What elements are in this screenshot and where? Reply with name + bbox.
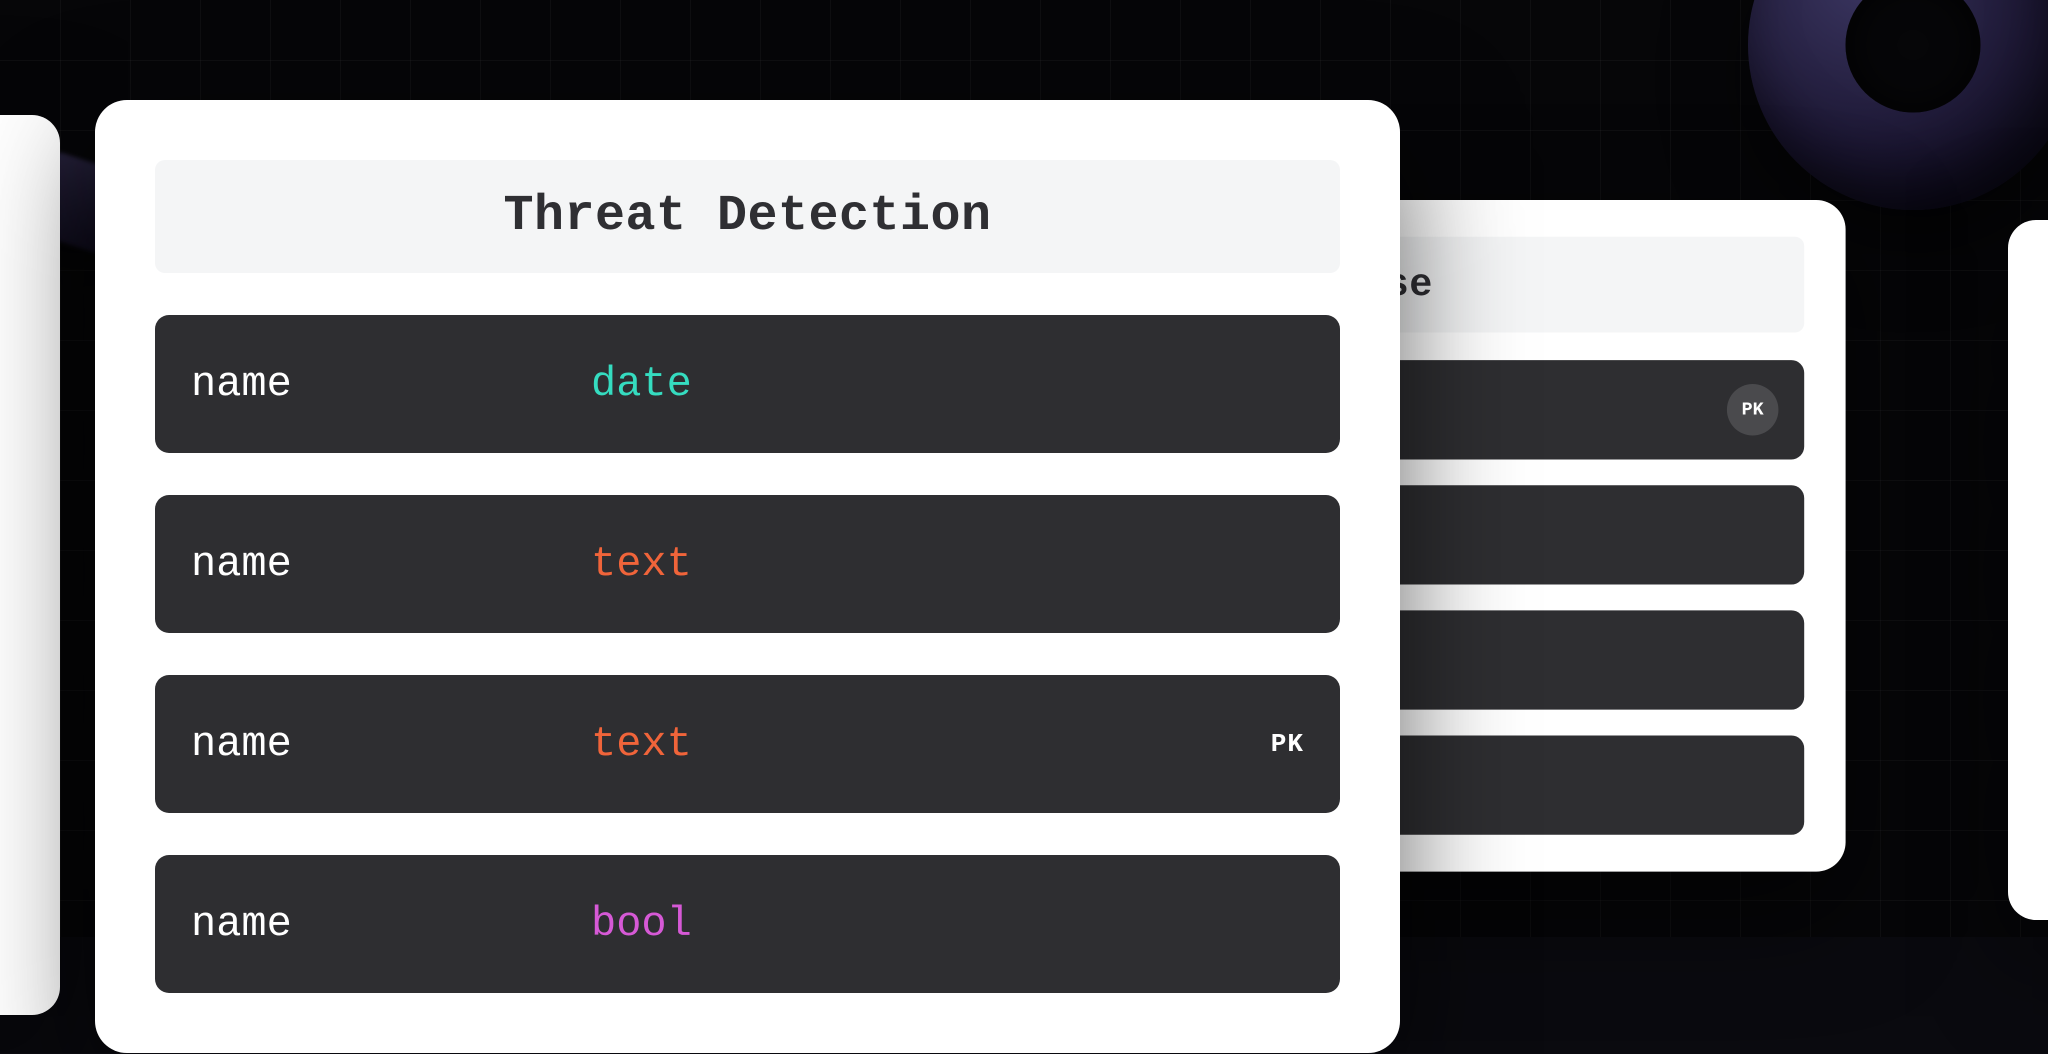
partial-card-left: [0, 115, 60, 1015]
field-name: name: [191, 720, 591, 768]
field-row[interactable]: name date: [155, 315, 1340, 453]
card-title-wrap: Threat Detection: [155, 160, 1340, 273]
schema-card-threat-detection[interactable]: Threat Detection name date name text nam…: [95, 100, 1400, 1053]
primary-key-badge: PK: [1727, 384, 1779, 436]
field-type: text: [591, 720, 1271, 768]
field-row[interactable]: name text: [155, 495, 1340, 633]
field-name: name: [191, 540, 591, 588]
primary-key-label: PK: [1271, 729, 1304, 759]
card-title: Threat Detection: [175, 188, 1320, 245]
partial-card-right: [2008, 220, 2048, 920]
field-name: name: [191, 360, 591, 408]
stage: nt Response xt PK xt t te Threat Detecti…: [0, 0, 2048, 937]
field-type: bool: [591, 900, 1304, 948]
field-type: date: [591, 360, 1304, 408]
field-row[interactable]: name text PK: [155, 675, 1340, 813]
field-rows: name date name text name text PK name bo…: [155, 315, 1340, 993]
field-type: text: [591, 540, 1304, 588]
field-row[interactable]: name bool: [155, 855, 1340, 993]
field-name: name: [191, 900, 591, 948]
